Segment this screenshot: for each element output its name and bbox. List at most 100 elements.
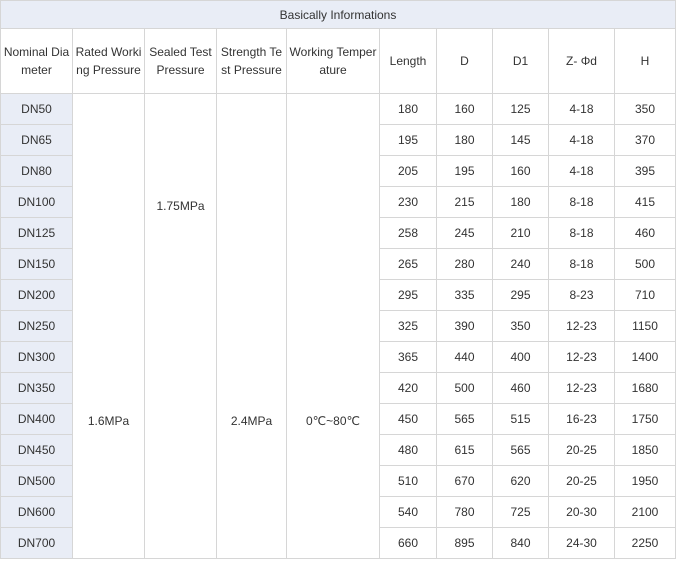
cell-length: 265: [379, 248, 437, 280]
cell-h: 370: [614, 124, 676, 156]
cell-nominal-diameter: DN250: [0, 310, 73, 342]
spec-table: Basically Informations Nominal Diameter …: [0, 0, 676, 559]
cell-length: 540: [379, 496, 437, 528]
cell-d: 390: [436, 310, 493, 342]
table-title-row: Basically Informations: [0, 0, 676, 29]
cell-working-temperature: 0℃~80℃: [286, 93, 380, 559]
header-d: D: [436, 28, 493, 94]
cell-rated-working-pressure: 1.6MPa: [72, 93, 145, 559]
table-body: DN50 1.6MPa 1.75MPa 2.4MPa 0℃~80℃ 180 160 125 4-…: [0, 93, 676, 559]
cell-d: 615: [436, 434, 493, 466]
cell-h: 1680: [614, 372, 676, 404]
cell-nominal-diameter: DN500: [0, 465, 73, 497]
cell-nominal-diameter: DN600: [0, 496, 73, 528]
cell-z-phi-d: 8-18: [548, 217, 615, 249]
cell-h: 1150: [614, 310, 676, 342]
cell-d: 440: [436, 341, 493, 373]
cell-d: 565: [436, 403, 493, 435]
cell-d: 895: [436, 527, 493, 559]
cell-d: 335: [436, 279, 493, 311]
cell-length: 205: [379, 155, 437, 187]
cell-h: 1400: [614, 341, 676, 373]
cell-d1: 400: [492, 341, 549, 373]
cell-d1: 840: [492, 527, 549, 559]
cell-d1: 515: [492, 403, 549, 435]
cell-z-phi-d: 16-23: [548, 403, 615, 435]
cell-nominal-diameter: DN50: [0, 93, 73, 125]
cell-z-phi-d: 8-18: [548, 186, 615, 218]
cell-length: 420: [379, 372, 437, 404]
cell-h: 2100: [614, 496, 676, 528]
cell-length: 180: [379, 93, 437, 125]
cell-d1: 210: [492, 217, 549, 249]
cell-z-phi-d: 4-18: [548, 155, 615, 187]
cell-h: 460: [614, 217, 676, 249]
header-length: Length: [379, 28, 437, 94]
table-title: Basically Informations: [0, 0, 676, 29]
cell-length: 480: [379, 434, 437, 466]
cell-length: 365: [379, 341, 437, 373]
cell-d: 180: [436, 124, 493, 156]
cell-h: 415: [614, 186, 676, 218]
cell-d: 195: [436, 155, 493, 187]
cell-length: 450: [379, 403, 437, 435]
cell-z-phi-d: 4-18: [548, 124, 615, 156]
cell-nominal-diameter: DN300: [0, 341, 73, 373]
cell-nominal-diameter: DN150: [0, 248, 73, 280]
cell-nominal-diameter: DN200: [0, 279, 73, 311]
cell-nominal-diameter: DN350: [0, 372, 73, 404]
cell-sealed-test-pressure: 1.75MPa: [144, 93, 217, 559]
cell-z-phi-d: 24-30: [548, 527, 615, 559]
header-nominal-diameter: Nominal Diameter: [0, 28, 73, 94]
cell-d: 160: [436, 93, 493, 125]
cell-z-phi-d: 20-25: [548, 434, 615, 466]
cell-z-phi-d: 4-18: [548, 93, 615, 125]
header-d1: D1: [492, 28, 549, 94]
cell-d: 245: [436, 217, 493, 249]
cell-nominal-diameter: DN65: [0, 124, 73, 156]
cell-length: 258: [379, 217, 437, 249]
cell-z-phi-d: 8-23: [548, 279, 615, 311]
cell-nominal-diameter: DN100: [0, 186, 73, 218]
cell-d1: 240: [492, 248, 549, 280]
cell-h: 710: [614, 279, 676, 311]
cell-d1: 725: [492, 496, 549, 528]
cell-d1: 350: [492, 310, 549, 342]
cell-nominal-diameter: DN400: [0, 403, 73, 435]
cell-h: 1950: [614, 465, 676, 497]
cell-d1: 620: [492, 465, 549, 497]
cell-h: 2250: [614, 527, 676, 559]
cell-length: 195: [379, 124, 437, 156]
cell-h: 1750: [614, 403, 676, 435]
cell-length: 230: [379, 186, 437, 218]
cell-z-phi-d: 20-25: [548, 465, 615, 497]
cell-strength-test-pressure: 2.4MPa: [216, 93, 287, 559]
cell-d1: 460: [492, 372, 549, 404]
cell-d1: 295: [492, 279, 549, 311]
cell-h: 1850: [614, 434, 676, 466]
cell-d1: 565: [492, 434, 549, 466]
header-h: H: [614, 28, 676, 94]
cell-h: 350: [614, 93, 676, 125]
cell-d: 780: [436, 496, 493, 528]
cell-length: 295: [379, 279, 437, 311]
cell-z-phi-d: 12-23: [548, 372, 615, 404]
cell-length: 660: [379, 527, 437, 559]
cell-h: 500: [614, 248, 676, 280]
cell-d: 670: [436, 465, 493, 497]
cell-d1: 125: [492, 93, 549, 125]
cell-d1: 180: [492, 186, 549, 218]
cell-d: 215: [436, 186, 493, 218]
cell-length: 510: [379, 465, 437, 497]
cell-nominal-diameter: DN450: [0, 434, 73, 466]
table-row: DN50 1.6MPa 1.75MPa 2.4MPa 0℃~80℃ 180 160 125 4-…: [0, 93, 676, 559]
cell-h: 395: [614, 155, 676, 187]
cell-nominal-diameter: DN700: [0, 527, 73, 559]
cell-nominal-diameter: DN125: [0, 217, 73, 249]
cell-d: 500: [436, 372, 493, 404]
header-working-temperature: Working Temperature: [286, 28, 380, 94]
cell-z-phi-d: 20-30: [548, 496, 615, 528]
header-rated-working-pressure: Rated Working Pressure: [72, 28, 145, 94]
cell-d: 280: [436, 248, 493, 280]
cell-d1: 160: [492, 155, 549, 187]
